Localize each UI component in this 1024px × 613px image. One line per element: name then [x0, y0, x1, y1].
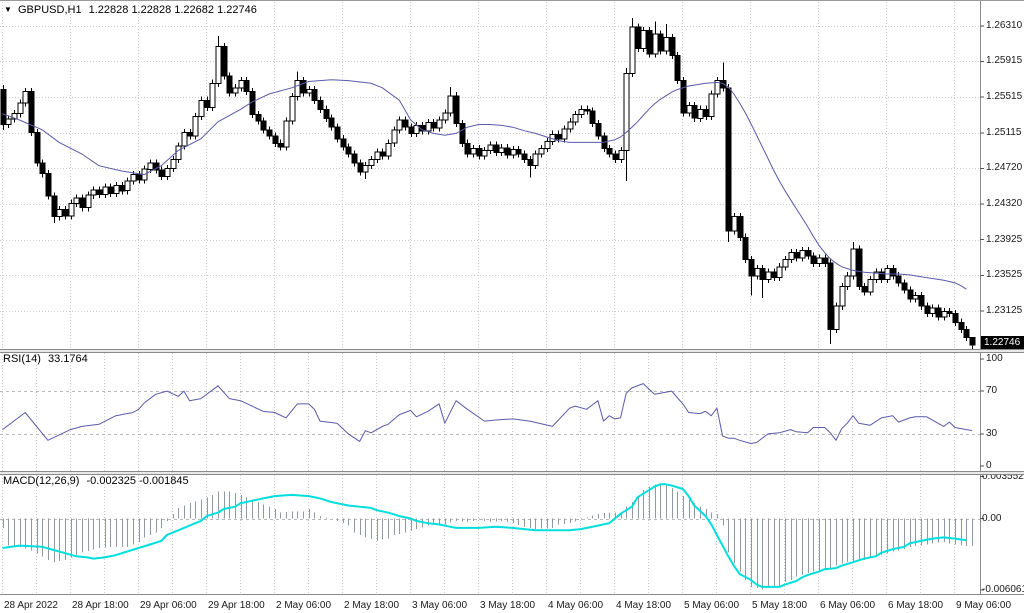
macd-values: -0.002325 -0.001845	[86, 475, 188, 487]
rsi-axis-label: 100	[986, 353, 1003, 364]
time-axis-label: 6 May 06:00	[820, 600, 875, 611]
price-axis-label: 1.23525	[986, 269, 1022, 280]
price-axis-label: 1.23125	[986, 305, 1022, 316]
macd-signal-line	[3, 484, 967, 587]
time-axis-label: 4 May 06:00	[548, 600, 603, 611]
time-axis-label: 29 Apr 06:00	[140, 600, 197, 611]
current-price-tag: 1.22746	[981, 336, 1024, 349]
time-axis-label: 3 May 06:00	[412, 600, 467, 611]
time-axis-label: 5 May 06:00	[684, 600, 739, 611]
price-axis-label: 1.24320	[986, 198, 1022, 209]
chart-window: ▼ GBPUSD,H1 1.22828 1.22828 1.22682 1.22…	[0, 0, 1024, 613]
time-axis-label: 5 May 18:00	[752, 600, 807, 611]
time-axis-label: 3 May 18:00	[480, 600, 535, 611]
price-axis-label: 1.25115	[986, 127, 1021, 138]
rsi-name: RSI(14)	[3, 353, 41, 365]
price-axis-label: 1.26310	[986, 20, 1022, 31]
panel-separator-rsi[interactable]	[0, 349, 1024, 353]
time-axis-label: 6 May 18:00	[888, 600, 943, 611]
time-axis-label: 28 Apr 18:00	[72, 600, 129, 611]
rsi-value: 33.1764	[48, 353, 88, 365]
rsi-axis-label: 0	[986, 460, 992, 471]
rsi-indicator-label: RSI(14) 33.1764	[3, 353, 92, 365]
symbol-timeframe-label: GBPUSD,H1	[18, 4, 82, 16]
price-axis-label: 1.24720	[986, 162, 1022, 173]
rsi-axis-label: 70	[986, 385, 997, 396]
time-axis-label: 9 May 06:00	[956, 600, 1011, 611]
symbol-dropdown-icon[interactable]: ▼	[4, 5, 12, 14]
price-axis-label: 1.25915	[986, 55, 1022, 66]
time-axis[interactable]: 28 Apr 2022 28 Apr 18:00 29 Apr 06:00 29 Ap…	[0, 594, 1024, 613]
indicator-level-lines	[0, 392, 980, 520]
time-axis-label: 29 Apr 18:00	[208, 600, 265, 611]
chart-title: ▼ GBPUSD,H1 1.22828 1.22828 1.22682 1.22…	[4, 4, 261, 16]
chart-plot-area[interactable]	[0, 1, 1024, 613]
candlesticks[interactable]	[1, 18, 975, 351]
time-axis-label: 28 Apr 2022	[4, 600, 58, 611]
price-axis-label: 1.25515	[986, 91, 1022, 102]
time-axis-label: 2 May 06:00	[276, 600, 331, 611]
macd-indicator-label: MACD(12,26,9) -0.002325 -0.001845	[3, 475, 193, 487]
price-axis-label: 1.23925	[986, 234, 1022, 245]
time-axis-label: 4 May 18:00	[616, 600, 671, 611]
rsi-axis-label: 30	[986, 428, 997, 439]
macd-axis-label: 0.00	[982, 513, 1001, 524]
macd-histogram	[4, 484, 973, 589]
time-axis-label: 2 May 18:00	[344, 600, 399, 611]
ohlc-readout: 1.22828 1.22828 1.22682 1.22746	[89, 4, 257, 16]
macd-name: MACD(12,26,9)	[3, 475, 79, 487]
